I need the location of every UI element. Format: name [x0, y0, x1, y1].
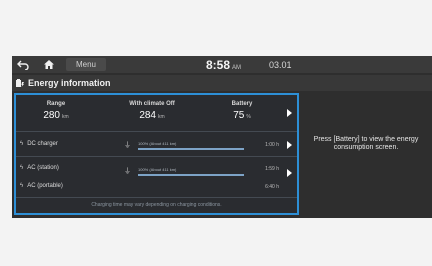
stat-value: 284 km — [139, 110, 165, 121]
charge-bar — [138, 148, 244, 150]
charge-progress: 100% (About 411 km) — [138, 167, 244, 176]
date: 03.01 — [269, 60, 292, 70]
stat-label: Battery — [231, 101, 253, 107]
charge-progress: 100% (About 411 km) — [138, 141, 244, 150]
charge-time: 1:59 h — [265, 166, 279, 172]
charger-label: ϟ AC (station) — [20, 165, 59, 171]
charge-time: 1:00 h — [265, 142, 279, 148]
stat-range: Range 280 km — [26, 101, 86, 121]
infotainment-screen: Menu 8:58 AM 03.01 Energy information Ran… — [12, 56, 432, 218]
clock-time: 8:58 — [206, 58, 231, 72]
charger-row-dc[interactable]: ϟ DC charger ⏚ 100% (About 411 km) 1:00 h — [16, 135, 297, 155]
lightning-icon: ϟ — [20, 165, 24, 171]
charger-row-ac-station[interactable]: ϟ AC (station) ⏚ 100% (About 411 km) 1:59… — [16, 159, 297, 179]
menu-button[interactable]: Menu — [66, 58, 106, 71]
charging-note: Charging time may vary depending on char… — [91, 202, 222, 208]
stat-label: With climate Off — [129, 101, 175, 107]
charge-caption: 100% (About 411 km) — [138, 167, 177, 172]
divider — [16, 197, 297, 198]
plug-icon: ⏚ — [124, 168, 131, 175]
charger-row-ac-portable[interactable]: ϟ AC (portable) 6:40 h — [16, 177, 297, 197]
charge-time: 6:40 h — [265, 184, 279, 190]
charger-label: ϟ AC (portable) — [20, 183, 63, 189]
battery-arrow-icon[interactable] — [287, 109, 292, 117]
divider — [16, 156, 297, 157]
stat-label: Range — [46, 101, 66, 107]
help-message: Press [Battery] to view the energy consu… — [313, 136, 419, 151]
top-status-bar: Menu 8:58 AM 03.01 — [12, 56, 432, 73]
stat-value: 75% — [233, 110, 251, 121]
back-arrow-icon — [17, 60, 29, 70]
range-stats-row[interactable]: Range 280 km With climate Off 284 km Batte… — [16, 95, 297, 131]
page-header: Energy information — [12, 75, 432, 91]
stat-battery[interactable]: Battery 75% — [212, 101, 272, 121]
charge-bar — [138, 174, 244, 176]
chevron-right-icon[interactable] — [287, 141, 292, 149]
lightning-icon: ϟ — [20, 183, 24, 189]
clock: 8:58 AM — [206, 58, 241, 72]
lightning-icon: ϟ — [20, 141, 24, 147]
stat-value: 280 km — [43, 110, 69, 121]
back-button[interactable] — [12, 56, 34, 73]
charger-label: ϟ DC charger — [20, 141, 58, 147]
page-title: Energy information — [28, 78, 111, 88]
home-icon — [44, 60, 54, 69]
divider — [16, 131, 297, 132]
chevron-right-icon[interactable] — [287, 169, 292, 177]
ev-info-icon — [16, 79, 24, 87]
stat-climate-off: With climate Off 284 km — [112, 101, 192, 121]
energy-panel[interactable]: Range 280 km With climate Off 284 km Batte… — [14, 93, 299, 215]
charge-caption: 100% (About 411 km) — [138, 141, 177, 146]
plug-icon: ⏚ — [124, 142, 131, 149]
clock-ampm: AM — [232, 65, 242, 71]
home-button[interactable] — [38, 56, 60, 73]
